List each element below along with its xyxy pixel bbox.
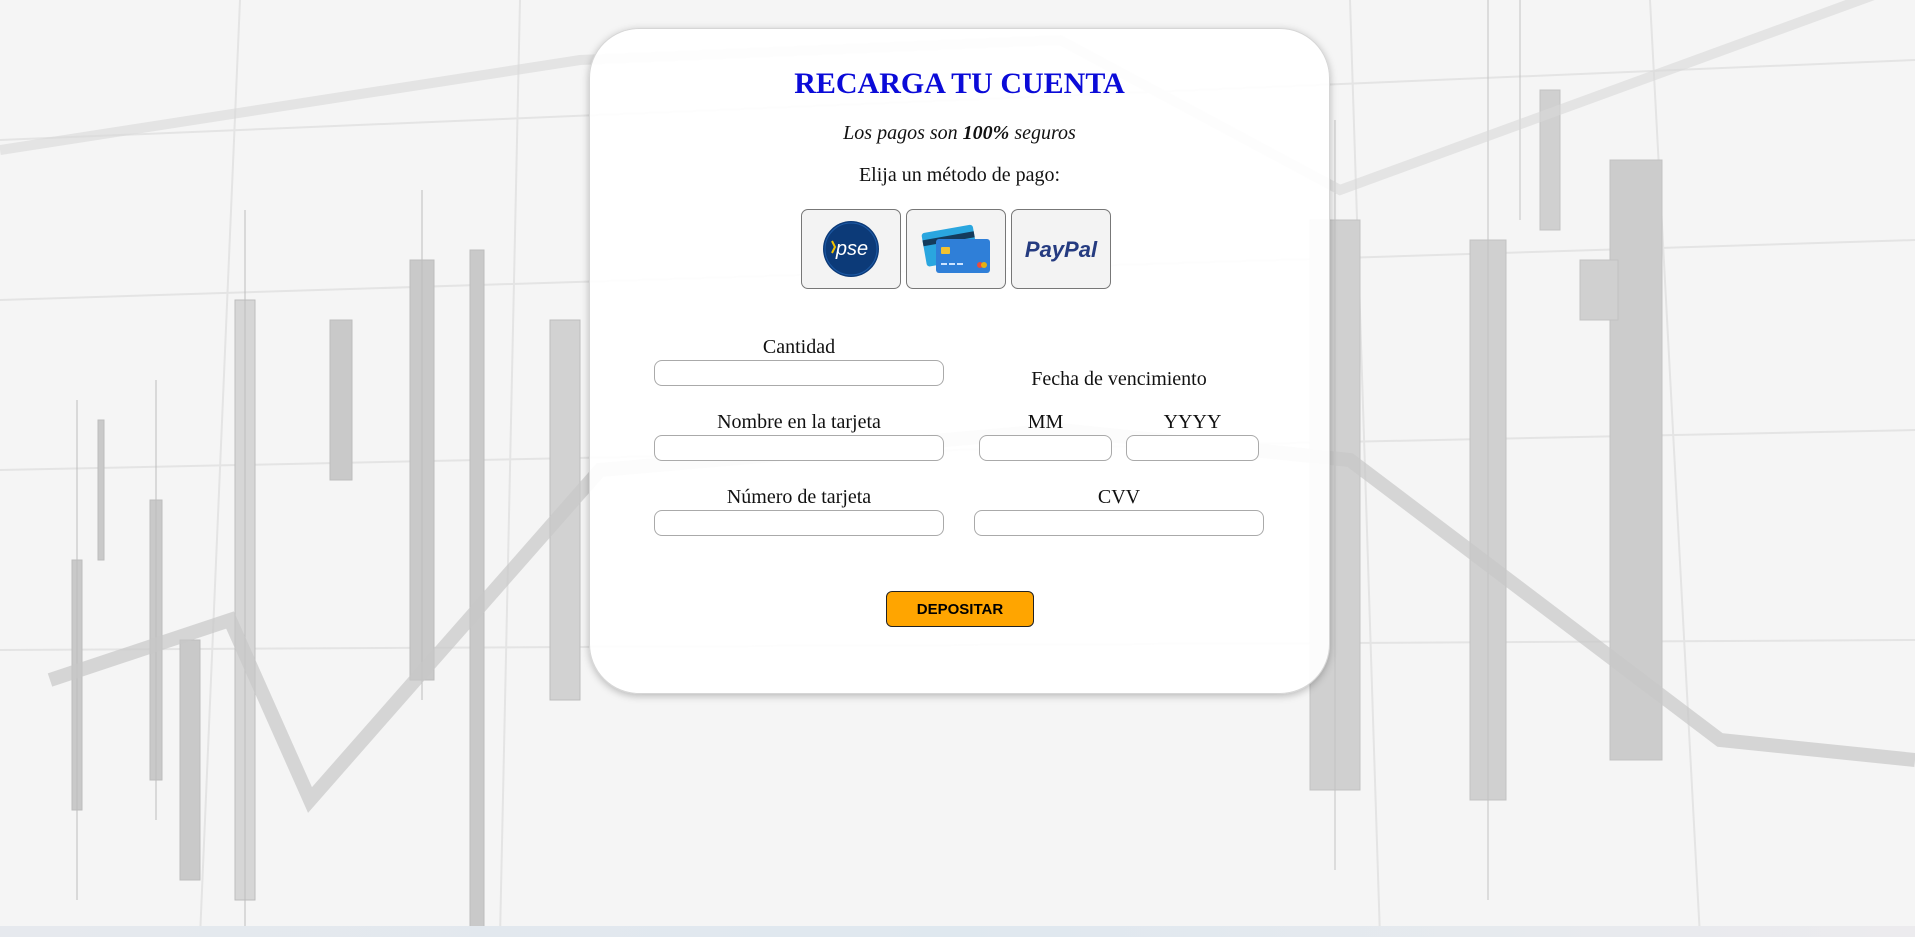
deposit-button[interactable]: DEPOSITAR [886,591,1034,627]
choose-method-label: Elija un método de pago: [858,164,1061,186]
paypal-logo-icon: PayPal [1025,237,1098,262]
bottom-strip [0,926,1915,937]
recharge-card: RECARGA TU CUENTA Los pagos son 100% seg… [589,28,1330,694]
pse-logo-text: pse [835,238,868,260]
amount-label: Cantidad [762,336,836,358]
security-note-prefix: Los pagos son [843,122,963,144]
cardholder-name-input[interactable] [654,435,944,461]
page-title: RECARGA TU CUENTA [794,67,1125,100]
card-button[interactable] [906,209,1006,289]
card-number-input[interactable] [654,510,944,536]
paypal-logo-text: PayPal [1025,237,1098,262]
pse-button[interactable]: pse [801,209,901,289]
payment-methods: pse PayPal [801,209,1111,289]
expiry-year-input[interactable] [1126,435,1259,461]
paypal-button[interactable]: PayPal [1011,209,1111,289]
security-percentage: 100% [962,122,1010,144]
security-note-suffix: seguros [1009,122,1076,144]
cvv-label: CVV [1097,486,1141,508]
pse-logo-icon: pse [823,221,879,277]
expiry-date-label: Fecha de vencimiento [1031,368,1207,390]
amount-input[interactable] [654,360,944,386]
expiry-year-label: YYYY [1163,411,1222,433]
expiry-month-label: MM [1027,411,1064,433]
expiry-month-input[interactable] [979,435,1112,461]
security-note: Los pagos son 100% seguros [590,122,1329,145]
cvv-input[interactable] [974,510,1264,536]
cardholder-name-label: Nombre en la tarjeta [717,411,881,433]
credit-cards-icon [921,224,990,273]
card-number-label: Número de tarjeta [726,486,872,508]
